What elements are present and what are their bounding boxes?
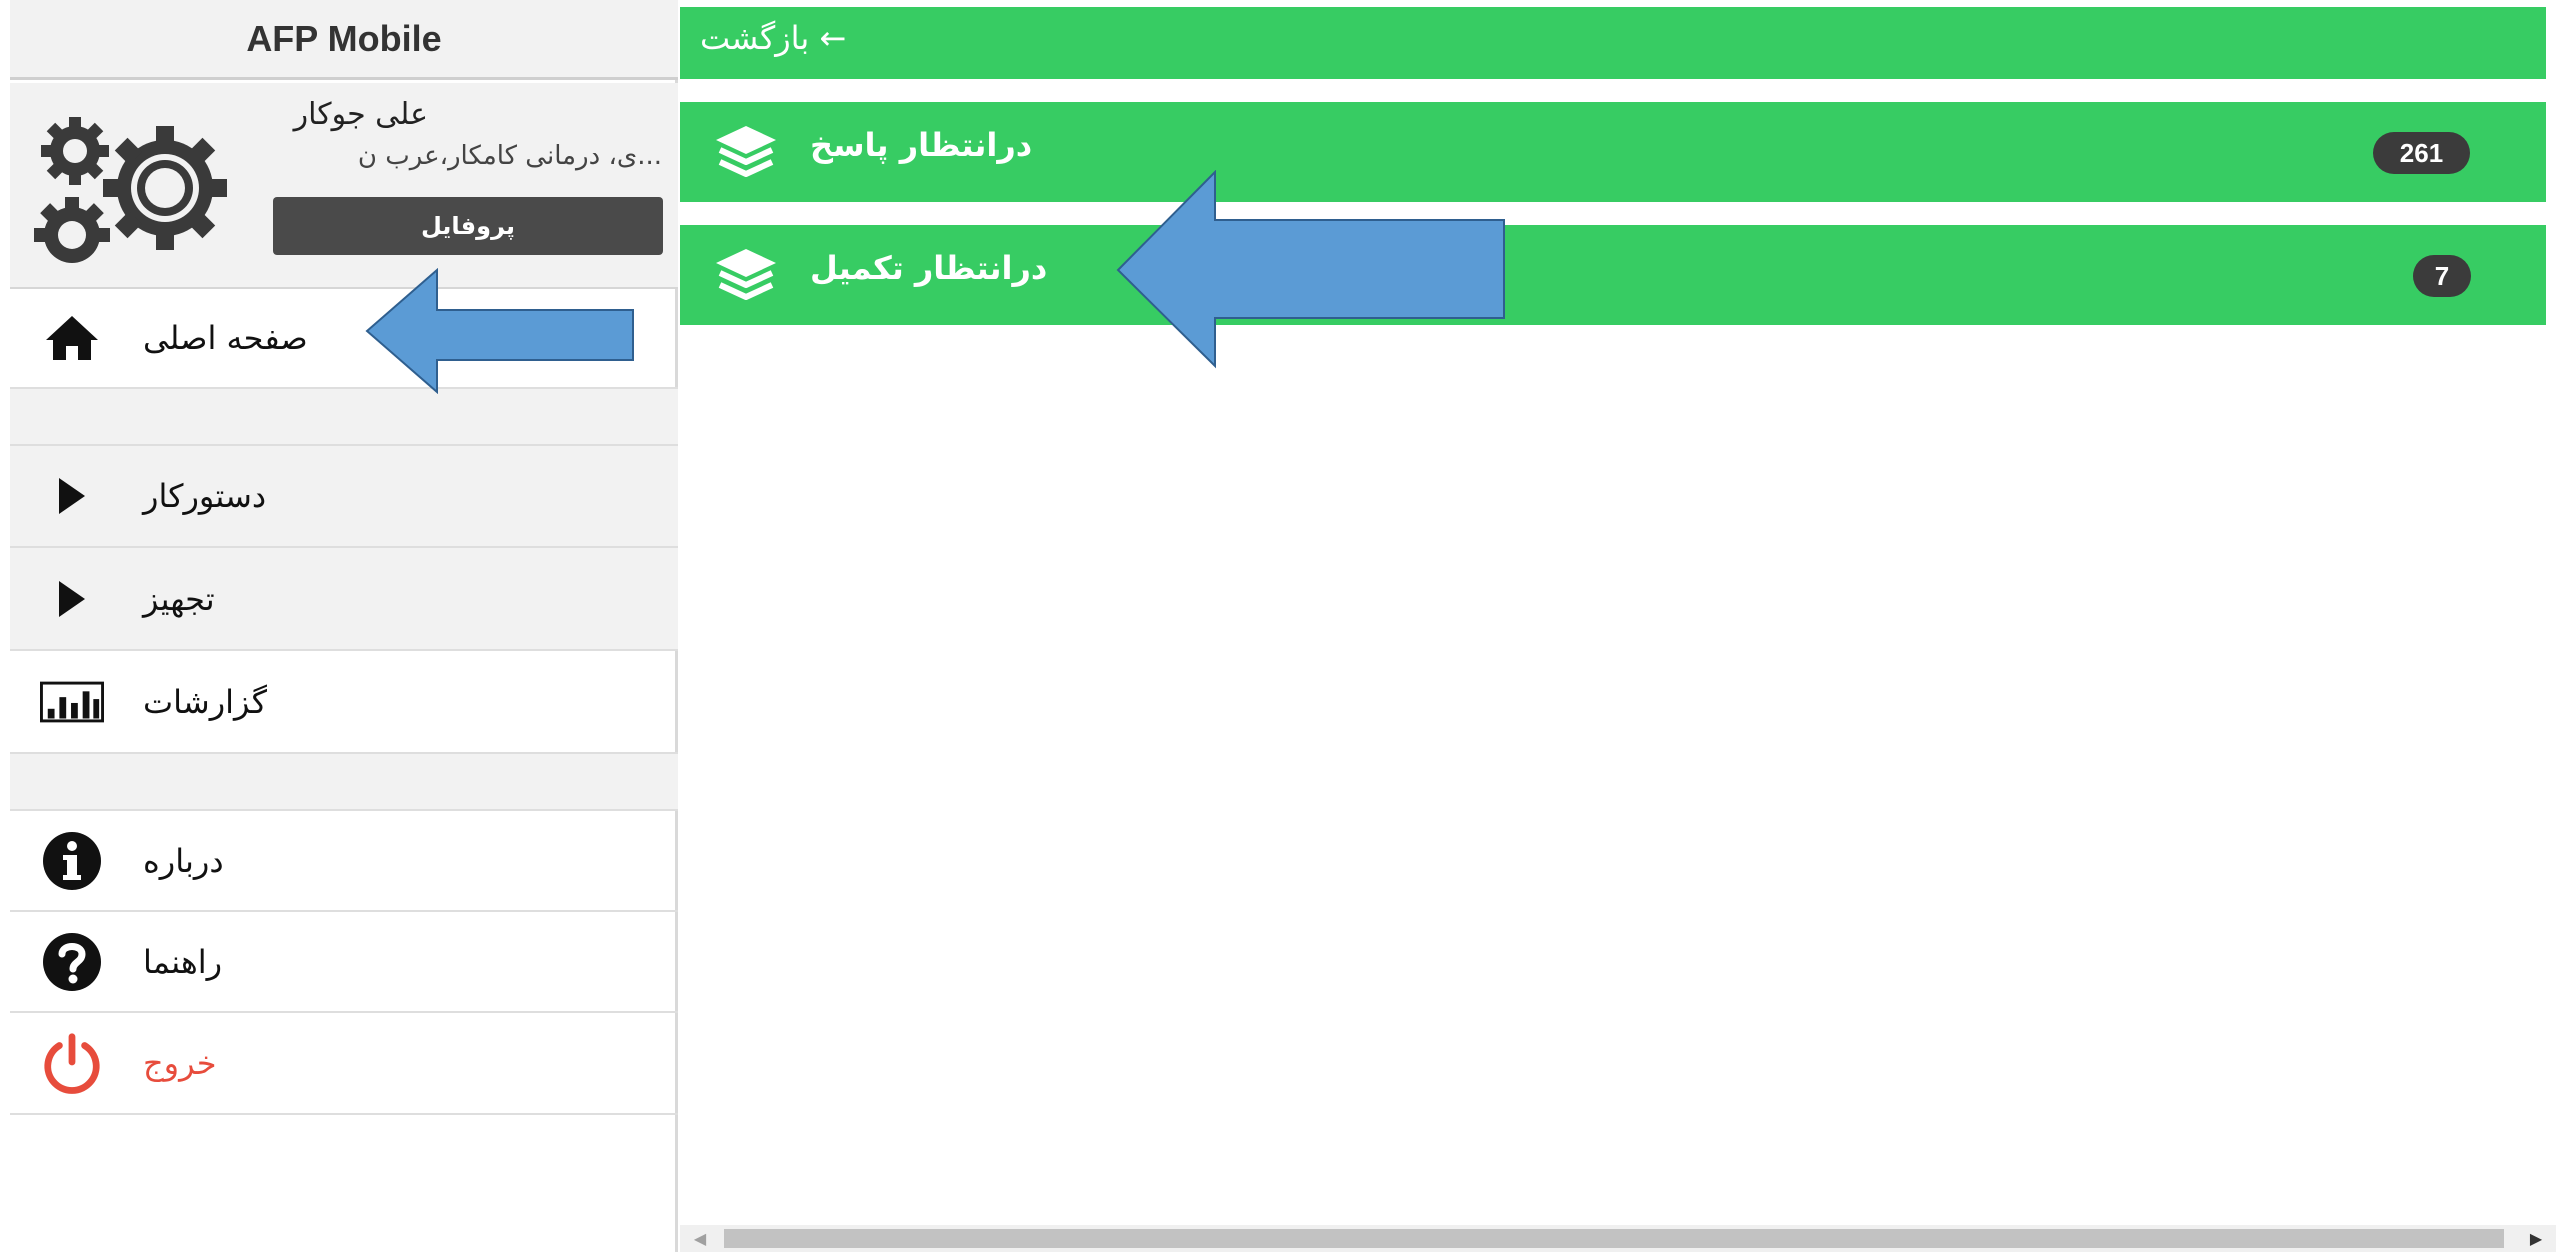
annotation-arrow-left-icon	[365, 268, 634, 394]
sidebar-item-equipment[interactable]: تجهیز	[10, 548, 678, 651]
sidebar-item-label: صفحه اصلی	[143, 319, 308, 357]
profile-panel: علی جوکار ...ی، درمانی کامکار،عرب ن پروف…	[10, 83, 678, 289]
sidebar-item-label: تجهیز	[143, 579, 215, 618]
count-badge: 261	[2373, 132, 2470, 174]
sidebar-spacer	[10, 754, 678, 811]
layers-icon	[716, 249, 776, 300]
back-bar[interactable]: بازگشت ←	[680, 7, 2546, 79]
scroll-left-arrow-icon[interactable]: ◀	[680, 1225, 720, 1252]
help-icon	[40, 930, 104, 994]
user-department: ...ی، درمانی کامکار،عرب ن	[357, 141, 662, 171]
sidebar-item-about[interactable]: درباره	[10, 811, 678, 912]
sidebar-item-reports[interactable]: گزارشات	[10, 651, 678, 754]
count-badge: 7	[2413, 255, 2471, 297]
sidebar: AFP Mobile علی جوکار ...ی، درمانی کامکار…	[10, 0, 678, 1252]
play-icon	[40, 464, 104, 528]
horizontal-scrollbar[interactable]: ◀ ▶	[680, 1225, 2556, 1252]
sidebar-item-label: خروج	[143, 1044, 217, 1082]
sidebar-item-workorder[interactable]: دستورکار	[10, 446, 678, 548]
power-icon	[40, 1031, 104, 1095]
layers-icon	[716, 126, 776, 177]
user-name: علی جوکار	[293, 97, 428, 132]
sidebar-item-logout[interactable]: خروج	[10, 1013, 678, 1115]
scrollbar-thumb[interactable]	[724, 1229, 2504, 1248]
app-window: AFP Mobile علی جوکار ...ی، درمانی کامکار…	[0, 0, 2556, 1252]
sidebar-item-label: گزارشات	[143, 682, 267, 721]
info-icon	[40, 829, 104, 893]
gears-icon	[34, 117, 227, 263]
app-header: AFP Mobile	[10, 0, 678, 80]
home-icon	[40, 306, 104, 370]
sidebar-item-label: راهنما	[143, 942, 223, 981]
back-button-label[interactable]: بازگشت ←	[700, 19, 846, 57]
card-awaiting-completion[interactable]: درانتظار تکمیل 7	[680, 225, 2546, 325]
profile-button[interactable]: پروفایل	[273, 197, 663, 255]
bar-chart-icon	[40, 670, 104, 734]
sidebar-spacer	[10, 389, 678, 446]
card-awaiting-response[interactable]: درانتظار پاسخ 261	[680, 102, 2546, 202]
card-label: درانتظار تکمیل	[810, 249, 1048, 287]
sidebar-item-label: دستورکار	[143, 477, 267, 515]
scroll-right-arrow-icon[interactable]: ▶	[2516, 1225, 2556, 1252]
sidebar-item-label: درباره	[143, 841, 224, 880]
sidebar-item-help[interactable]: راهنما	[10, 912, 678, 1013]
app-title: AFP Mobile	[246, 17, 442, 59]
card-label: درانتظار پاسخ	[810, 126, 1033, 164]
play-icon	[40, 567, 104, 631]
annotation-arrow-left-icon	[1116, 170, 1505, 369]
